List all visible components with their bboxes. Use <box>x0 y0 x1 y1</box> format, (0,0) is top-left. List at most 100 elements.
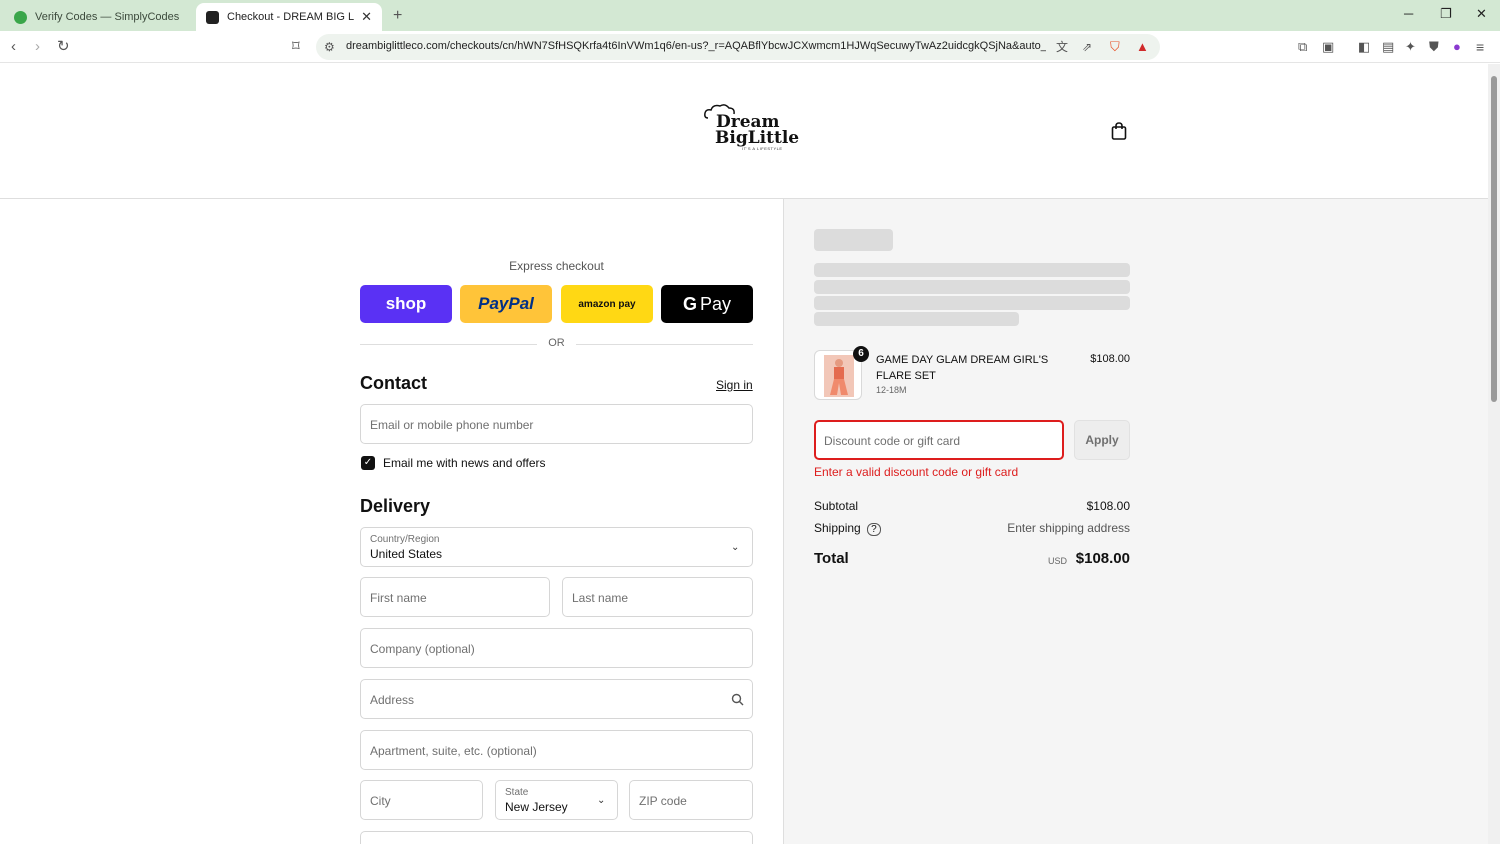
country-label: Country/Region <box>370 534 440 545</box>
discount-code-input[interactable]: Discount code or gift card <box>814 420 1064 460</box>
city-field[interactable]: City <box>360 780 483 820</box>
loading-skeleton <box>814 280 1130 294</box>
share-icon[interactable]: ⇗ <box>1082 38 1092 56</box>
gpay-label: Pay <box>699 293 732 314</box>
brave-shield-icon[interactable]: ⛉ <box>1110 38 1120 56</box>
simplycodes-favicon-icon <box>14 10 27 24</box>
amazon-pay-button[interactable]: amazon pay <box>561 285 653 323</box>
tab-title: Checkout - DREAM BIG LITTLE C <box>227 11 355 23</box>
brave-rewards-icon[interactable]: ▲ <box>1136 38 1149 56</box>
delivery-title: Delivery <box>360 496 431 516</box>
chevron-down-icon: ⌄ <box>731 542 740 553</box>
reload-icon[interactable]: ↻ <box>57 38 70 56</box>
total-value: $108.00 <box>1075 550 1130 567</box>
search-icon <box>731 693 744 706</box>
total-currency: USD <box>1048 556 1068 566</box>
paypal-button[interactable]: PayPal <box>460 285 552 323</box>
tab-checkout[interactable]: Checkout - DREAM BIG LITTLE C ✕ <box>196 3 382 31</box>
newsletter-checkbox[interactable]: ✓ <box>361 456 375 470</box>
bookmark-icon[interactable]: ⌑ <box>292 38 300 56</box>
shipping-label: Shipping <box>814 521 861 535</box>
browser-tab-bar: Verify Codes — SimplyCodes Checkout - DR… <box>0 0 1500 31</box>
help-icon[interactable]: ? <box>867 523 881 536</box>
loading-skeleton <box>814 296 1130 310</box>
zip-placeholder: ZIP code <box>639 794 687 808</box>
google-pay-button[interactable]: G Pay <box>661 285 753 323</box>
reader-mode-icon[interactable]: ▣ <box>1322 38 1334 56</box>
minimize-icon[interactable]: ─ <box>1404 6 1413 21</box>
scrollbar-thumb[interactable] <box>1491 76 1497 402</box>
newsletter-label: Email me with news and offers <box>383 456 546 470</box>
chevron-down-icon: ⌄ <box>597 795 606 806</box>
or-text: OR <box>548 337 565 349</box>
translate-icon[interactable]: 文 <box>1056 38 1068 56</box>
vpn-icon[interactable]: ⛊ <box>1429 38 1439 56</box>
first-name-placeholder: First name <box>370 591 427 605</box>
shopping-bag-icon[interactable] <box>1111 122 1127 140</box>
address-bar[interactable]: ⚙ dreambiglittleco.com/checkouts/cn/hWN7… <box>316 34 1160 60</box>
state-select[interactable]: State New Jersey ⌄ <box>495 780 618 820</box>
store-header: Dream BigLittle IT'S A LIFESTYLE <box>0 64 1488 199</box>
loading-skeleton <box>814 312 1019 326</box>
sidebar-icon[interactable]: ◧ <box>1358 38 1370 56</box>
new-tab-icon[interactable]: + <box>393 7 402 25</box>
subtotal-label: Subtotal <box>814 499 859 513</box>
dreambiglittle-favicon-icon <box>206 10 219 24</box>
apply-button[interactable]: Apply <box>1074 420 1130 460</box>
menu-icon[interactable]: ≡ <box>1476 38 1484 56</box>
city-placeholder: City <box>370 794 391 808</box>
sign-in-link[interactable]: Sign in <box>716 378 753 392</box>
extensions-icon[interactable]: ⧉ <box>1298 38 1307 56</box>
tab-title: Verify Codes — SimplyCodes <box>35 11 180 23</box>
discount-error-message: Enter a valid discount code or gift card <box>814 465 1019 479</box>
address-field[interactable]: Address <box>360 679 753 719</box>
state-value: New Jersey <box>505 800 568 814</box>
product-variant: 12-18M <box>876 385 907 395</box>
email-field[interactable]: Email or mobile phone number <box>360 404 753 444</box>
last-name-field[interactable]: Last name <box>562 577 753 617</box>
company-field[interactable]: Company (optional) <box>360 628 753 668</box>
or-divider: OR <box>360 337 753 351</box>
shipping-value: Enter shipping address <box>1007 521 1130 535</box>
site-info-icon[interactable]: ⚙ <box>324 38 335 56</box>
express-checkout-label: Express checkout <box>509 259 604 273</box>
subtotal-value: $108.00 <box>1086 499 1130 513</box>
shop-pay-button[interactable]: shop <box>360 285 452 323</box>
state-label: State <box>505 787 529 798</box>
country-select[interactable]: Country/Region United States ⌄ <box>360 527 753 567</box>
page-scrollbar[interactable] <box>1488 64 1500 844</box>
store-logo[interactable]: Dream BigLittle IT'S A LIFESTYLE <box>702 102 799 156</box>
shipping-row: Shipping ? Enter shipping address <box>814 521 1130 536</box>
subtotal-row: Subtotal $108.00 <box>814 499 1130 513</box>
restore-icon[interactable]: ❐ <box>1440 6 1452 22</box>
profile-icon[interactable]: ● <box>1453 38 1461 56</box>
discount-placeholder: Discount code or gift card <box>824 434 961 448</box>
checkout-form: Express checkout shop PayPal amazon pay … <box>0 199 783 844</box>
loading-skeleton <box>814 263 1130 277</box>
close-tab-icon[interactable]: ✕ <box>361 9 372 25</box>
company-placeholder: Company (optional) <box>370 642 475 656</box>
order-summary: 6 GAME DAY GLAM DREAM GIRL'S FLARE SET 1… <box>783 199 1488 844</box>
wallet-icon[interactable]: ▤ <box>1382 38 1394 56</box>
last-name-placeholder: Last name <box>572 591 629 605</box>
phone-field[interactable] <box>360 831 753 844</box>
google-g-icon: G <box>682 293 697 314</box>
browser-toolbar: ‹ › ↻ ⌑ ⚙ dreambiglittleco.com/checkouts… <box>0 31 1500 63</box>
logo-tagline: IT'S A LIFESTYLE <box>742 146 783 151</box>
country-value: United States <box>370 547 443 561</box>
total-label: Total <box>814 550 849 567</box>
apartment-placeholder: Apartment, suite, etc. (optional) <box>370 744 537 758</box>
tab-simplycodes[interactable]: Verify Codes — SimplyCodes <box>4 3 192 31</box>
logo-line2: BigLittle <box>715 128 800 148</box>
leo-ai-icon[interactable]: ✦ <box>1405 38 1416 56</box>
back-icon[interactable]: ‹ <box>11 38 16 56</box>
close-window-icon[interactable]: ✕ <box>1476 6 1487 22</box>
apartment-field[interactable]: Apartment, suite, etc. (optional) <box>360 730 753 770</box>
product-name: GAME DAY GLAM DREAM GIRL'S FLARE SET <box>876 354 1049 382</box>
contact-title: Contact <box>360 373 427 393</box>
zip-field[interactable]: ZIP code <box>629 780 753 820</box>
first-name-field[interactable]: First name <box>360 577 550 617</box>
url-text: dreambiglittleco.com/checkouts/cn/hWN7Sf… <box>346 40 1046 52</box>
forward-icon[interactable]: › <box>35 38 40 56</box>
address-placeholder: Address <box>370 693 415 707</box>
